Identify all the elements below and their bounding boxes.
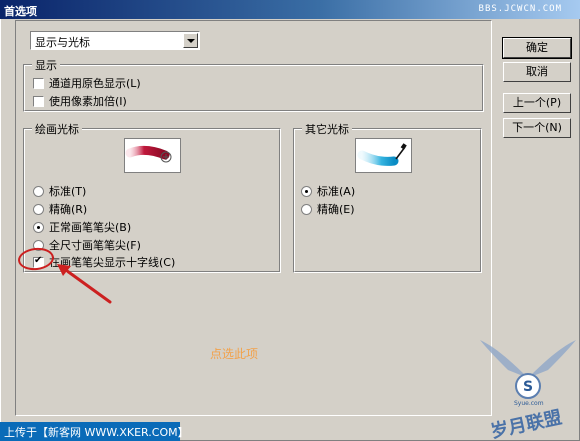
hint-text: 点选此项 xyxy=(210,347,259,361)
channels-color-checkbox[interactable]: 通道用原色显示(L) xyxy=(33,75,141,91)
other-precise-radio[interactable]: 精确(E) xyxy=(301,201,355,217)
pixel-doubling-label: 使用像素加倍(I) xyxy=(49,95,127,108)
title-watermark: BBS.JCWCN.COM xyxy=(478,4,562,14)
svg-text:Syue.com: Syue.com xyxy=(514,400,544,407)
paint-standard-radio[interactable]: 标准(T) xyxy=(33,183,86,199)
radio-dot[interactable] xyxy=(33,185,44,197)
radio-dot[interactable] xyxy=(301,185,312,197)
brush-preview xyxy=(124,138,181,173)
painting-cursors-legend: 绘画光标 xyxy=(32,121,82,137)
paint-precise-label: 精确(R) xyxy=(49,203,88,216)
eyedropper-stroke-icon xyxy=(357,143,407,166)
checkbox-box[interactable] xyxy=(33,77,44,89)
display-group-legend: 显示 xyxy=(32,57,60,73)
channels-color-label: 通道用原色显示(L) xyxy=(49,77,141,90)
other-cursors-legend: 其它光标 xyxy=(302,121,352,137)
radio-dot[interactable] xyxy=(301,203,312,215)
checkbox-box[interactable] xyxy=(33,95,44,107)
paint-normal-brush-radio[interactable]: 正常画笔笔尖(B) xyxy=(33,219,131,235)
svg-text:S: S xyxy=(523,379,533,395)
other-precise-label: 精确(E) xyxy=(317,203,355,216)
window-title: 首选项 xyxy=(4,5,37,18)
prev-button[interactable]: 上一个(P) xyxy=(503,93,571,113)
paint-standard-label: 标准(T) xyxy=(49,185,87,198)
other-cursor-preview xyxy=(355,138,412,173)
category-select[interactable]: 显示与光标 xyxy=(30,31,200,50)
radio-dot[interactable] xyxy=(33,221,44,233)
other-standard-label: 标准(A) xyxy=(317,185,356,198)
paint-precise-radio[interactable]: 精确(R) xyxy=(33,201,87,217)
chevron-down-icon[interactable] xyxy=(183,33,198,48)
next-button[interactable]: 下一个(N) xyxy=(503,118,571,138)
upload-footer: 上传于【新客网 WWW.XKER.COM】 xyxy=(0,422,189,441)
paint-full-brush-label: 全尺寸画笔笔尖(F) xyxy=(49,239,141,252)
brush-stroke-icon xyxy=(125,145,172,163)
ok-button[interactable]: 确定 xyxy=(502,37,572,59)
other-standard-radio[interactable]: 标准(A) xyxy=(301,183,355,199)
pixel-doubling-checkbox[interactable]: 使用像素加倍(I) xyxy=(33,93,127,109)
title-bar: 首选项 BBS.JCWCN.COM xyxy=(0,0,580,19)
annotation-arrow-icon xyxy=(57,264,112,304)
category-select-value: 显示与光标 xyxy=(35,36,90,49)
svg-text:岁月联盟: 岁月联盟 xyxy=(489,406,564,440)
site-logo: S Syue.com 岁月联盟 xyxy=(480,340,576,440)
cancel-button[interactable]: 取消 xyxy=(503,62,571,82)
radio-dot[interactable] xyxy=(33,203,44,215)
paint-normal-brush-label: 正常画笔笔尖(B) xyxy=(49,221,132,234)
